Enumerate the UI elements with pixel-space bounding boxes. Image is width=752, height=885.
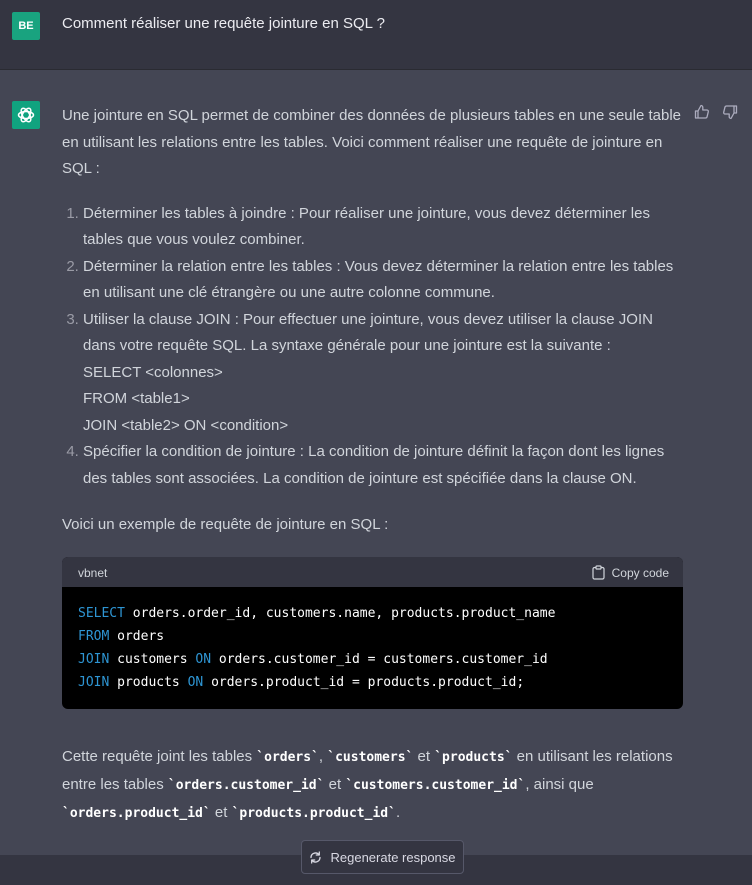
code-content: SELECT orders.order_id, customers.name, … xyxy=(62,587,683,709)
regenerate-label: Regenerate response xyxy=(330,849,456,865)
text: Cette requête joint les tables xyxy=(62,748,257,765)
list-item: Déterminer les tables à joindre : Pour r… xyxy=(83,201,687,254)
code-text: customers xyxy=(109,652,196,667)
assistant-avatar xyxy=(12,101,40,129)
syntax-line: FROM <table1> xyxy=(83,390,190,407)
clipboard-icon xyxy=(592,565,605,580)
inline-code: `orders.customer_id` xyxy=(167,778,325,793)
code-line: FROM orders xyxy=(78,625,667,648)
sql-keyword: FROM xyxy=(78,629,110,644)
code-line: SELECT orders.order_id, customers.name, … xyxy=(78,602,667,625)
code-header: vbnet Copy code xyxy=(62,557,683,587)
code-language: vbnet xyxy=(78,566,108,580)
step-text: Déterminer la relation entre les tables … xyxy=(83,257,674,302)
regenerate-response-button[interactable]: Regenerate response xyxy=(301,840,464,874)
inline-code: `orders.product_id` xyxy=(62,806,211,821)
inline-code: `orders` xyxy=(256,750,319,765)
sql-keyword: SELECT xyxy=(78,606,125,621)
syntax-line: JOIN <table2> ON <condition> xyxy=(83,416,289,434)
inline-code: `customers.customer_id` xyxy=(345,778,526,793)
assistant-response: Une jointure en SQL permet de combiner d… xyxy=(62,103,687,539)
code-line: JOIN customers ON orders.customer_id = c… xyxy=(78,648,667,671)
code-text: orders.customer_id = customers.customer_… xyxy=(211,652,548,667)
steps-list: Déterminer les tables à joindre : Pour r… xyxy=(62,201,687,493)
user-avatar: BE xyxy=(12,12,40,40)
copy-code-button[interactable]: Copy code xyxy=(592,565,669,580)
sql-keyword: JOIN xyxy=(78,652,110,667)
user-message: Comment réaliser une requête jointure en… xyxy=(62,15,385,32)
text: et xyxy=(324,776,346,793)
code-line: JOIN products ON orders.product_id = pro… xyxy=(78,671,667,694)
thumbs-up-icon[interactable] xyxy=(694,104,710,124)
text: , xyxy=(318,748,328,765)
user-message-row: BE Comment réaliser une requête jointure… xyxy=(0,0,752,70)
step-text: Spécifier la condition de jointure : La … xyxy=(83,443,665,487)
inline-code: `products` xyxy=(434,750,513,765)
text: et xyxy=(413,748,435,765)
thumbs-down-icon[interactable] xyxy=(722,104,738,124)
code-text: orders.product_id = products.product_id; xyxy=(203,675,525,690)
openai-logo-icon xyxy=(17,107,35,123)
text: et xyxy=(210,804,232,821)
code-text: products xyxy=(109,675,188,690)
text: , ainsi que xyxy=(525,776,594,793)
sql-keyword: ON xyxy=(187,675,204,690)
assistant-message-row: Une jointure en SQL permet de combiner d… xyxy=(0,70,752,885)
text: . xyxy=(395,804,401,821)
code-block: vbnet Copy code SELECT orders.order_id, … xyxy=(62,557,683,709)
example-intro: Voici un exemple de requête de jointure … xyxy=(62,516,389,533)
step-text: Utiliser la clause JOIN : Pour effectuer… xyxy=(83,310,653,355)
sql-keyword: JOIN xyxy=(78,675,110,690)
copy-code-label: Copy code xyxy=(611,565,669,580)
refresh-icon xyxy=(310,850,322,864)
list-item: Utiliser la clause JOIN : Pour effectuer… xyxy=(83,307,687,440)
syntax-line: SELECT <colonnes> xyxy=(83,363,223,381)
explanation-paragraph: Cette requête joint les tables `orders`,… xyxy=(62,743,687,827)
list-item: Spécifier la condition de jointure : La … xyxy=(83,439,687,492)
inline-code: `customers` xyxy=(327,750,414,765)
code-text: orders xyxy=(109,629,165,644)
intro-paragraph: Une jointure en SQL permet de combiner d… xyxy=(62,107,682,177)
list-item: Déterminer la relation entre les tables … xyxy=(83,254,687,307)
inline-code: `products.product_id` xyxy=(231,806,396,821)
step-text: Déterminer les tables à joindre : Pour r… xyxy=(83,204,650,249)
code-text: orders.order_id, customers.name, product… xyxy=(124,606,556,621)
sql-keyword: ON xyxy=(195,652,212,667)
